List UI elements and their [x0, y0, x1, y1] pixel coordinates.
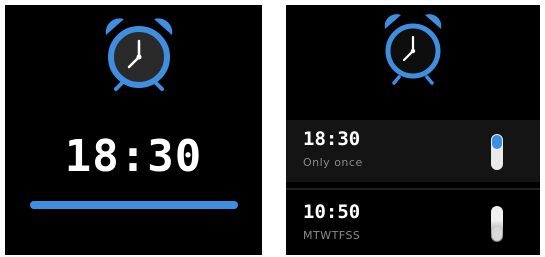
alarm-item-repeat: Only once — [303, 156, 363, 169]
alarm-clock-icon — [105, 18, 173, 91]
alarm-time: 18:30 — [64, 131, 203, 182]
dismiss-slider-fill — [30, 201, 238, 209]
alarm-clock-icon — [384, 14, 442, 85]
divider — [286, 188, 540, 190]
alarm-item-time: 10:50 — [303, 201, 361, 223]
dismiss-slider[interactable] — [30, 201, 238, 209]
alarm-ringing-screen: 18:30 — [5, 5, 262, 255]
toggle-knob — [492, 135, 502, 149]
alarm-list-screen: 18:30 Only once 10:50 MTWTFSS — [286, 5, 540, 255]
alarm-list-item[interactable]: 10:50 MTWTFSS — [286, 193, 540, 255]
alarm-list-item[interactable]: 18:30 Only once — [286, 120, 540, 182]
alarm-toggle[interactable] — [491, 134, 503, 170]
alarm-item-repeat: MTWTFSS — [303, 229, 361, 242]
toggle-knob — [492, 227, 502, 241]
alarm-toggle[interactable] — [491, 206, 503, 242]
alarm-item-time: 18:30 — [303, 128, 361, 150]
